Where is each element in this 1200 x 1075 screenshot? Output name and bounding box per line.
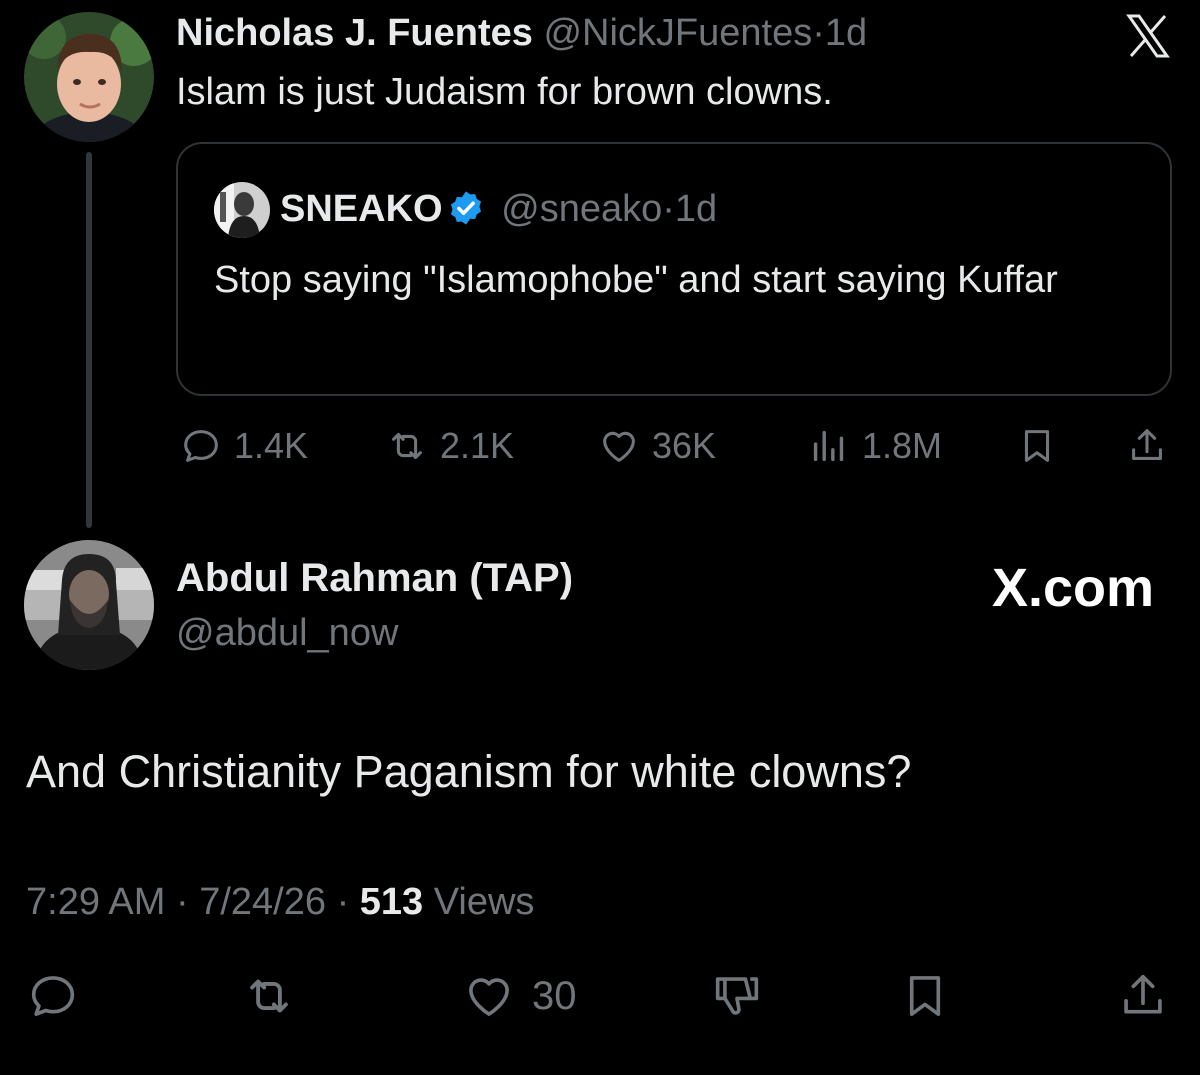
views-count: 513: [359, 881, 424, 923]
bar-chart-icon: [813, 430, 844, 462]
separator-dot: ·: [662, 188, 675, 230]
x-logo-icon: [1126, 14, 1170, 58]
parent-tweet-header: Nicholas J. Fuentes @NickJFuentes·1d: [176, 11, 867, 55]
speech-bubble-icon: [184, 430, 218, 462]
thumbs-down-icon: [715, 977, 759, 1015]
reply-tweet-text: And Christianity Paganism for white clow…: [26, 746, 912, 797]
avatar-abdul-rahman[interactable]: [24, 540, 154, 670]
separator-dot: ·: [175, 881, 189, 923]
quoted-handle[interactable]: @sneako: [501, 188, 662, 230]
reply-button[interactable]: 1.4K: [178, 422, 308, 470]
share-upload-icon: [1124, 974, 1162, 1014]
like-count: 30: [532, 973, 577, 1018]
repost-arrows-icon: [250, 979, 288, 1013]
quoted-display-name[interactable]: SNEAKO: [280, 188, 443, 230]
repost-arrows-icon: [392, 432, 422, 460]
share-button[interactable]: [1124, 422, 1180, 470]
dislike-button[interactable]: [708, 966, 780, 1026]
reply-count: 1.4K: [234, 425, 309, 466]
quoted-tweet-card[interactable]: SNEAKO @sneako·1d Stop saying "Islamopho…: [176, 142, 1172, 396]
display-name[interactable]: Nicholas J. Fuentes: [176, 12, 533, 54]
views-button[interactable]: 1.8M: [806, 422, 942, 470]
bookmark-icon: [909, 976, 941, 1016]
repost-button[interactable]: [240, 966, 312, 1026]
parent-tweet-text: Islam is just Judaism for brown clowns.: [176, 71, 833, 113]
share-upload-icon: [1132, 429, 1162, 460]
avatar-sneako[interactable]: [214, 182, 270, 238]
reply-handle[interactable]: @abdul_now: [176, 611, 398, 655]
quoted-tweet-text: Stop saying "Islamophobe" and start sayi…: [214, 259, 1058, 301]
handle[interactable]: @NickJFuentes: [543, 12, 812, 54]
thread-connector-line: [86, 152, 92, 528]
like-count: 36K: [652, 425, 717, 466]
heart-icon: [603, 431, 635, 462]
quoted-tweet-header: SNEAKO @sneako·1d: [280, 186, 717, 232]
x-com-brand-logo: X.com: [991, 558, 1154, 618]
like-button[interactable]: 30: [460, 966, 577, 1026]
speech-bubble-icon: [31, 976, 75, 1016]
tweet-date[interactable]: 7/24/26: [199, 881, 326, 923]
share-button[interactable]: [1114, 966, 1186, 1026]
quoted-tweet-age[interactable]: 1d: [675, 188, 717, 230]
tweet-meta-line: 7:29 AM · 7/24/26 · 513 Views: [26, 879, 534, 925]
avatar-nick-fuentes[interactable]: [24, 12, 154, 142]
bookmark-button[interactable]: [1014, 422, 1070, 470]
separator-dot: ·: [812, 12, 825, 54]
views-label: Views: [433, 881, 535, 923]
like-button[interactable]: 36K: [596, 422, 716, 470]
views-count: 1.8M: [862, 425, 943, 466]
repost-count: 2.1K: [440, 425, 515, 466]
reply-button[interactable]: [24, 966, 96, 1026]
bookmark-button[interactable]: [896, 966, 968, 1026]
reply-display-name[interactable]: Abdul Rahman (TAP): [176, 555, 573, 601]
separator-dot: ·: [336, 881, 350, 923]
tweet-time[interactable]: 7:29 AM: [26, 881, 165, 923]
verified-badge-icon: [447, 189, 485, 227]
bookmark-icon: [1024, 430, 1050, 462]
repost-button[interactable]: 2.1K: [384, 422, 514, 470]
tweet-age[interactable]: 1d: [825, 12, 867, 54]
heart-icon: [469, 978, 509, 1016]
